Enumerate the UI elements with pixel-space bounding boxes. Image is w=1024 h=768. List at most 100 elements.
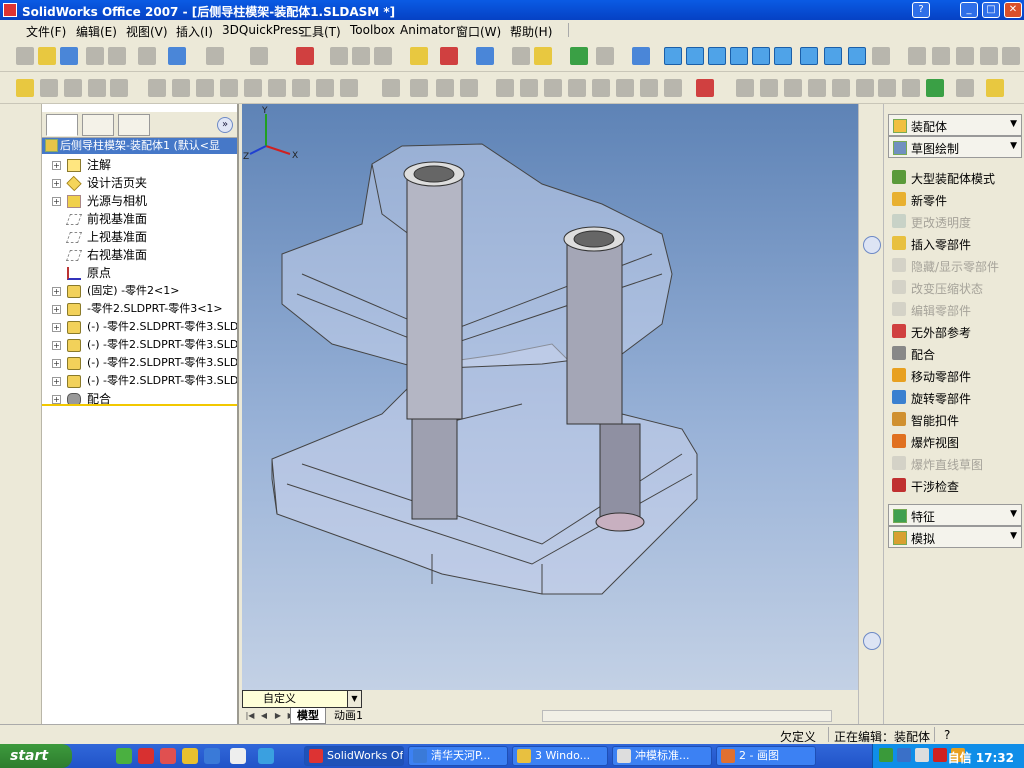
quicklaunch-messenger-icon[interactable] — [258, 748, 274, 764]
tree-item[interactable]: + (-) -零件2.SLDPRT-零件3.SLDI — [42, 336, 237, 354]
expand-toggle-icon[interactable]: + — [52, 287, 61, 296]
move-copy-icon[interactable] — [784, 79, 802, 97]
command-smart-fastener[interactable]: 智能扣件 — [892, 409, 1022, 429]
realview-icon[interactable] — [5, 490, 23, 508]
quicklaunch-ie-icon[interactable] — [204, 748, 220, 764]
tray-monitor-icon[interactable] — [897, 748, 911, 762]
task-paint[interactable]: 2 - 画图 — [716, 746, 816, 766]
horizontal-scrollbar[interactable] — [542, 710, 832, 722]
view-front-icon[interactable] — [664, 47, 682, 65]
expand-toggle-icon[interactable]: + — [52, 179, 61, 188]
solidworks-resources-icon[interactable] — [863, 136, 881, 154]
toolbox-icon[interactable] — [512, 47, 530, 65]
tab-next-icon[interactable]: ▶ — [272, 710, 284, 722]
surface-icon[interactable] — [436, 79, 454, 97]
sketch-rect-icon[interactable] — [5, 546, 23, 564]
grid-icon[interactable] — [352, 47, 370, 65]
expand-toggle-icon[interactable]: + — [52, 323, 61, 332]
collapse-bottom-icon[interactable] — [863, 632, 881, 650]
help-icon[interactable] — [534, 47, 552, 65]
menu-edit[interactable]: 编辑(E) — [76, 23, 117, 40]
shaded-edges-view-icon[interactable] — [5, 398, 23, 416]
tab-property-manager[interactable] — [82, 114, 114, 136]
wireframe-icon[interactable] — [5, 326, 23, 344]
replace-face-icon[interactable] — [832, 79, 850, 97]
chevron-down-icon[interactable]: ▼ — [1010, 509, 1017, 519]
zoom-area-icon[interactable] — [5, 164, 23, 182]
chevron-down-icon[interactable]: ▼ — [1010, 119, 1017, 129]
select-tool-icon[interactable] — [5, 118, 23, 136]
tree-item[interactable]: + (-) -零件2.SLDPRT-零件3.SLDI — [42, 354, 237, 372]
status-help-icon[interactable]: ? — [944, 728, 950, 742]
expand-toggle-icon[interactable]: + — [52, 161, 61, 170]
pan-icon[interactable] — [5, 256, 23, 274]
expand-toggle-icon[interactable]: + — [52, 197, 61, 206]
rebuild-icon[interactable] — [296, 47, 314, 65]
more-tools-icon[interactable] — [1002, 47, 1020, 65]
layer-icon[interactable] — [980, 47, 998, 65]
quicklaunch-desktop-icon[interactable] — [116, 748, 132, 764]
help-window-button[interactable]: ? — [912, 2, 930, 18]
search-icon[interactable] — [863, 208, 881, 226]
quicklaunch-solidworks-icon[interactable] — [160, 748, 176, 764]
sketch-arc-icon[interactable] — [5, 594, 23, 612]
graphics-area[interactable]: X Y Z — [242, 104, 858, 708]
reference-axis-icon[interactable] — [632, 47, 650, 65]
hidden-lines-removed-icon[interactable] — [5, 374, 23, 392]
maximize-button[interactable]: □ — [982, 2, 1000, 18]
tool-d-icon[interactable] — [986, 79, 1004, 97]
sketch-spline-icon[interactable] — [5, 618, 23, 636]
rotate-view-icon[interactable] — [5, 232, 23, 250]
datum-icon[interactable] — [592, 79, 610, 97]
tab-model[interactable]: 模型 — [290, 708, 326, 724]
view-orientation-icon[interactable] — [476, 47, 494, 65]
menu-view[interactable]: 视图(V) — [126, 23, 168, 40]
smart-mate-icon[interactable] — [410, 47, 428, 65]
expand-toggle-icon[interactable]: + — [52, 359, 61, 368]
assembly-root-item[interactable]: 后侧导柱模架-装配体1 (默认<显 — [42, 138, 237, 154]
tree-item[interactable]: + (-) -零件2.SLDPRT-零件3.SLDI — [42, 372, 237, 390]
command-rotate-component[interactable]: 旋转零部件 — [892, 387, 1022, 407]
file-explorer-icon[interactable] — [863, 184, 881, 202]
hole-icon[interactable] — [220, 79, 238, 97]
new-document-icon[interactable] — [16, 47, 34, 65]
design-library-icon[interactable] — [863, 160, 881, 178]
tree-item[interactable]: 前视基准面 — [42, 210, 237, 228]
expand-toggle-icon[interactable]: + — [52, 395, 61, 404]
tree-item[interactable]: 右视基准面 — [42, 246, 237, 264]
configuration-select[interactable]: 自定义 ▼ — [242, 690, 362, 708]
save-icon[interactable] — [60, 47, 78, 65]
zoom-fit-icon[interactable] — [5, 142, 23, 160]
mold-icon[interactable] — [856, 79, 874, 97]
tree-item[interactable]: + 设计活页夹 — [42, 174, 237, 192]
annotation-toolbar-icon[interactable] — [496, 79, 514, 97]
menu-window[interactable]: 窗口(W) — [456, 23, 501, 40]
quicklaunch-app-icon[interactable] — [138, 748, 154, 764]
rib-icon[interactable] — [172, 79, 190, 97]
view-left-icon[interactable] — [708, 47, 726, 65]
snap-icon[interactable] — [374, 47, 392, 65]
note-icon[interactable] — [664, 79, 682, 97]
view-bottom-icon[interactable] — [774, 47, 792, 65]
shaded-view-icon[interactable] — [5, 420, 23, 438]
system-clock[interactable]: 自信 17:32 — [948, 749, 1014, 766]
3d-sketch-icon[interactable] — [440, 47, 458, 65]
isometric-icon[interactable] — [848, 47, 866, 65]
chamfer-icon[interactable] — [110, 79, 128, 97]
zoom-selection-icon[interactable] — [5, 208, 23, 226]
shaded-icon[interactable] — [800, 47, 818, 65]
view-back-icon[interactable] — [686, 47, 704, 65]
tool-a-icon[interactable] — [902, 79, 920, 97]
menu-insert[interactable]: 插入(I) — [176, 23, 213, 40]
collapse-left-icon[interactable] — [863, 236, 881, 254]
task-mold-standard[interactable]: 冲模标准... — [612, 746, 712, 766]
undo-icon[interactable] — [168, 47, 186, 65]
task-windows-explorer[interactable]: 3 Windo... — [512, 746, 608, 766]
shaded-edges-icon[interactable] — [824, 47, 842, 65]
close-button[interactable]: ✕ — [1004, 2, 1022, 18]
expand-toggle-icon[interactable]: + — [52, 305, 61, 314]
menu-3dquickpress[interactable]: 3DQuickPress — [222, 23, 304, 37]
rollback-bar[interactable] — [42, 404, 237, 406]
select-icon[interactable] — [250, 47, 268, 65]
shadows-icon[interactable] — [5, 444, 23, 462]
